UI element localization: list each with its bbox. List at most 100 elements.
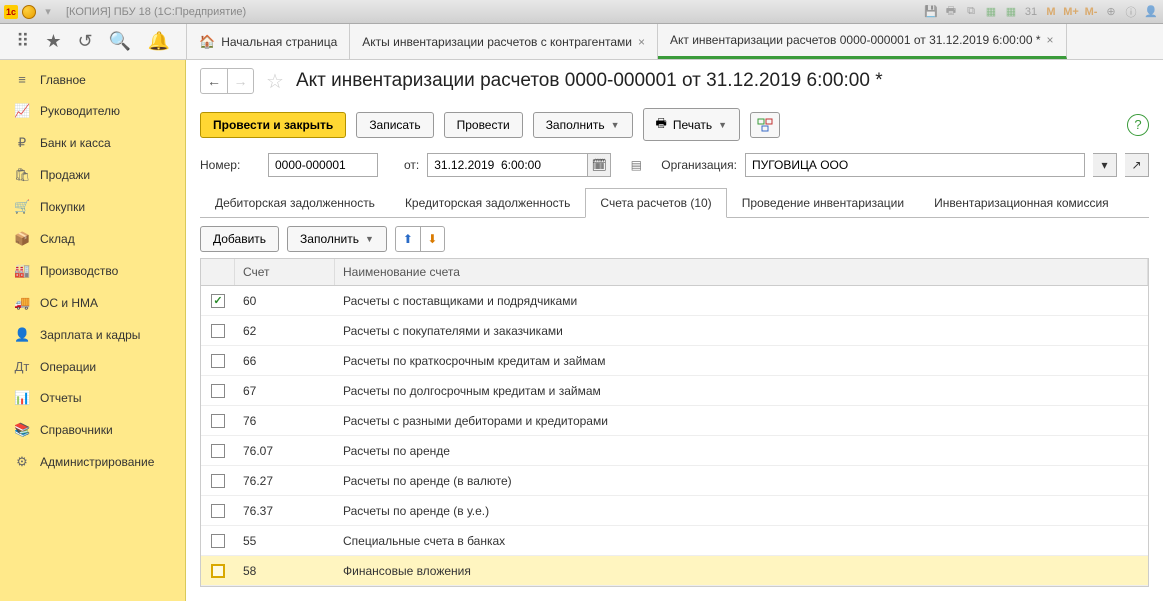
table-row[interactable]: 76Расчеты с разными дебиторами и кредито…: [201, 406, 1148, 436]
sidebar-icon: Дт: [14, 359, 30, 374]
sidebar-item[interactable]: ДтОперации: [0, 351, 185, 382]
sidebar-item[interactable]: 📦Склад: [0, 223, 185, 255]
row-checkbox[interactable]: [211, 534, 225, 548]
page-tab[interactable]: Акты инвентаризации расчетов с контраген…: [350, 24, 658, 59]
reg-moves-button[interactable]: [750, 112, 780, 138]
row-checkbox[interactable]: [211, 414, 225, 428]
zoom-icon[interactable]: ⊕: [1103, 4, 1119, 20]
row-checkbox[interactable]: [211, 504, 225, 518]
nav-buttons: ← →: [200, 68, 254, 94]
m-icon[interactable]: M: [1043, 4, 1059, 20]
table-row[interactable]: 66Расчеты по краткосрочным кредитам и за…: [201, 346, 1148, 376]
tab-label: Акты инвентаризации расчетов с контраген…: [362, 35, 632, 49]
row-checkbox[interactable]: [211, 474, 225, 488]
table-row[interactable]: 58Финансовые вложения: [201, 556, 1148, 586]
col-account[interactable]: Счет: [235, 259, 335, 285]
close-icon[interactable]: ×: [1047, 33, 1054, 47]
save-icon[interactable]: 💾: [923, 4, 939, 20]
user-icon[interactable]: 👤: [1143, 4, 1159, 20]
clip-icon[interactable]: ▤: [625, 154, 647, 176]
org-input[interactable]: [745, 153, 1085, 177]
apps-icon[interactable]: ⠿: [16, 31, 29, 52]
forward-button[interactable]: →: [227, 69, 253, 93]
cell-name: Расчеты по краткосрочным кредитам и займ…: [335, 350, 1148, 372]
move-down-button[interactable]: ⬇: [420, 227, 444, 251]
m-minus-icon[interactable]: M-: [1083, 4, 1099, 20]
row-checkbox[interactable]: [211, 354, 225, 368]
sidebar-item[interactable]: 🛒Покупки: [0, 191, 185, 223]
calc2-icon[interactable]: ▦: [1003, 4, 1019, 20]
table-row[interactable]: 76.27Расчеты по аренде (в валюте): [201, 466, 1148, 496]
number-input[interactable]: [268, 153, 378, 177]
calendar-button[interactable]: 🗓: [587, 153, 611, 177]
m-plus-icon[interactable]: M+: [1063, 4, 1079, 20]
print-icon[interactable]: 🖶: [943, 4, 959, 20]
cell-name: Специальные счета в банках: [335, 530, 1148, 552]
sidebar-item[interactable]: ⚙Администрирование: [0, 446, 185, 478]
dropdown-icon[interactable]: ▾: [40, 4, 56, 20]
col-name[interactable]: Наименование счета: [335, 259, 1148, 285]
sidebar-item[interactable]: 🏭Производство: [0, 255, 185, 287]
cell-account: 76.27: [235, 470, 335, 492]
back-button[interactable]: ←: [201, 69, 227, 93]
cell-account: 55: [235, 530, 335, 552]
cell-account: 76.37: [235, 500, 335, 522]
page-tab[interactable]: 🏠Начальная страница: [187, 24, 350, 59]
post-button[interactable]: Провести: [444, 112, 523, 138]
add-row-button[interactable]: Добавить: [200, 226, 279, 252]
post-close-button[interactable]: Провести и закрыть: [200, 112, 346, 138]
print-button[interactable]: 🖶Печать▼: [643, 108, 741, 141]
table-row[interactable]: 67Расчеты по долгосрочным кредитам и зай…: [201, 376, 1148, 406]
home-icon: 🏠: [199, 34, 215, 50]
write-button[interactable]: Записать: [356, 112, 433, 138]
fill-rows-button[interactable]: Заполнить▼: [287, 226, 387, 252]
sidebar-item[interactable]: ₽Банк и касса: [0, 127, 185, 159]
document-title: Акт инвентаризации расчетов 0000-000001 …: [296, 70, 883, 92]
cell-account: 58: [235, 560, 335, 582]
sidebar-item[interactable]: 📊Отчеты: [0, 382, 185, 414]
table-row[interactable]: 76.37Расчеты по аренде (в у.е.): [201, 496, 1148, 526]
star-icon[interactable]: ☆: [266, 69, 284, 94]
sidebar-item[interactable]: 🛍Продажи: [0, 159, 185, 191]
inner-tab[interactable]: Инвентаризационная комиссия: [919, 188, 1124, 218]
search-icon[interactable]: 🔍: [109, 31, 131, 52]
cell-account: 76.07: [235, 440, 335, 462]
org-select-button[interactable]: ▾: [1093, 153, 1117, 177]
sidebar: ≡Главное📈Руководителю₽Банк и касса🛍Прода…: [0, 60, 186, 601]
sidebar-item[interactable]: 📚Справочники: [0, 414, 185, 446]
sidebar-item[interactable]: 📈Руководителю: [0, 95, 185, 127]
inner-tab[interactable]: Дебиторская задолженность: [200, 188, 390, 218]
table-row[interactable]: 55Специальные счета в банках: [201, 526, 1148, 556]
close-icon[interactable]: ×: [638, 35, 645, 49]
sidebar-item[interactable]: 🚚ОС и НМА: [0, 287, 185, 319]
inner-tab[interactable]: Счета расчетов (10): [585, 188, 726, 218]
org-open-button[interactable]: ↗: [1125, 153, 1149, 177]
sidebar-icon: 🏭: [14, 263, 30, 279]
info-icon[interactable]: ⓘ: [1123, 4, 1139, 20]
table-row[interactable]: 62Расчеты с покупателями и заказчиками: [201, 316, 1148, 346]
calendar-icon[interactable]: 31: [1023, 4, 1039, 20]
fill-button[interactable]: Заполнить▼: [533, 112, 633, 138]
table-row[interactable]: 76.07Расчеты по аренде: [201, 436, 1148, 466]
page-tab[interactable]: Акт инвентаризации расчетов 0000-000001 …: [658, 24, 1067, 59]
date-input[interactable]: [427, 153, 587, 177]
row-checkbox[interactable]: [211, 324, 225, 338]
inner-tab[interactable]: Кредиторская задолженность: [390, 188, 585, 218]
calc-icon[interactable]: ▦: [983, 4, 999, 20]
row-checkbox[interactable]: [211, 564, 225, 578]
inner-tab[interactable]: Проведение инвентаризации: [727, 188, 919, 218]
favorite-icon[interactable]: ★: [45, 31, 61, 52]
row-checkbox[interactable]: [211, 384, 225, 398]
sidebar-item[interactable]: 👤Зарплата и кадры: [0, 319, 185, 351]
row-checkbox[interactable]: [211, 444, 225, 458]
history-icon[interactable]: ↺: [78, 31, 93, 52]
compare-icon[interactable]: ⧉: [963, 4, 979, 20]
page-tabs: 🏠Начальная страница Акты инвентаризации р…: [186, 24, 1163, 59]
table-row[interactable]: ✓60Расчеты с поставщиками и подрядчиками: [201, 286, 1148, 316]
sidebar-item[interactable]: ≡Главное: [0, 64, 185, 95]
help-button[interactable]: ?: [1127, 114, 1149, 136]
bell-icon[interactable]: 🔔: [147, 31, 169, 52]
sidebar-icon: 🛒: [14, 199, 30, 215]
move-up-button[interactable]: ⬆: [396, 227, 420, 251]
row-checkbox[interactable]: ✓: [211, 294, 225, 308]
